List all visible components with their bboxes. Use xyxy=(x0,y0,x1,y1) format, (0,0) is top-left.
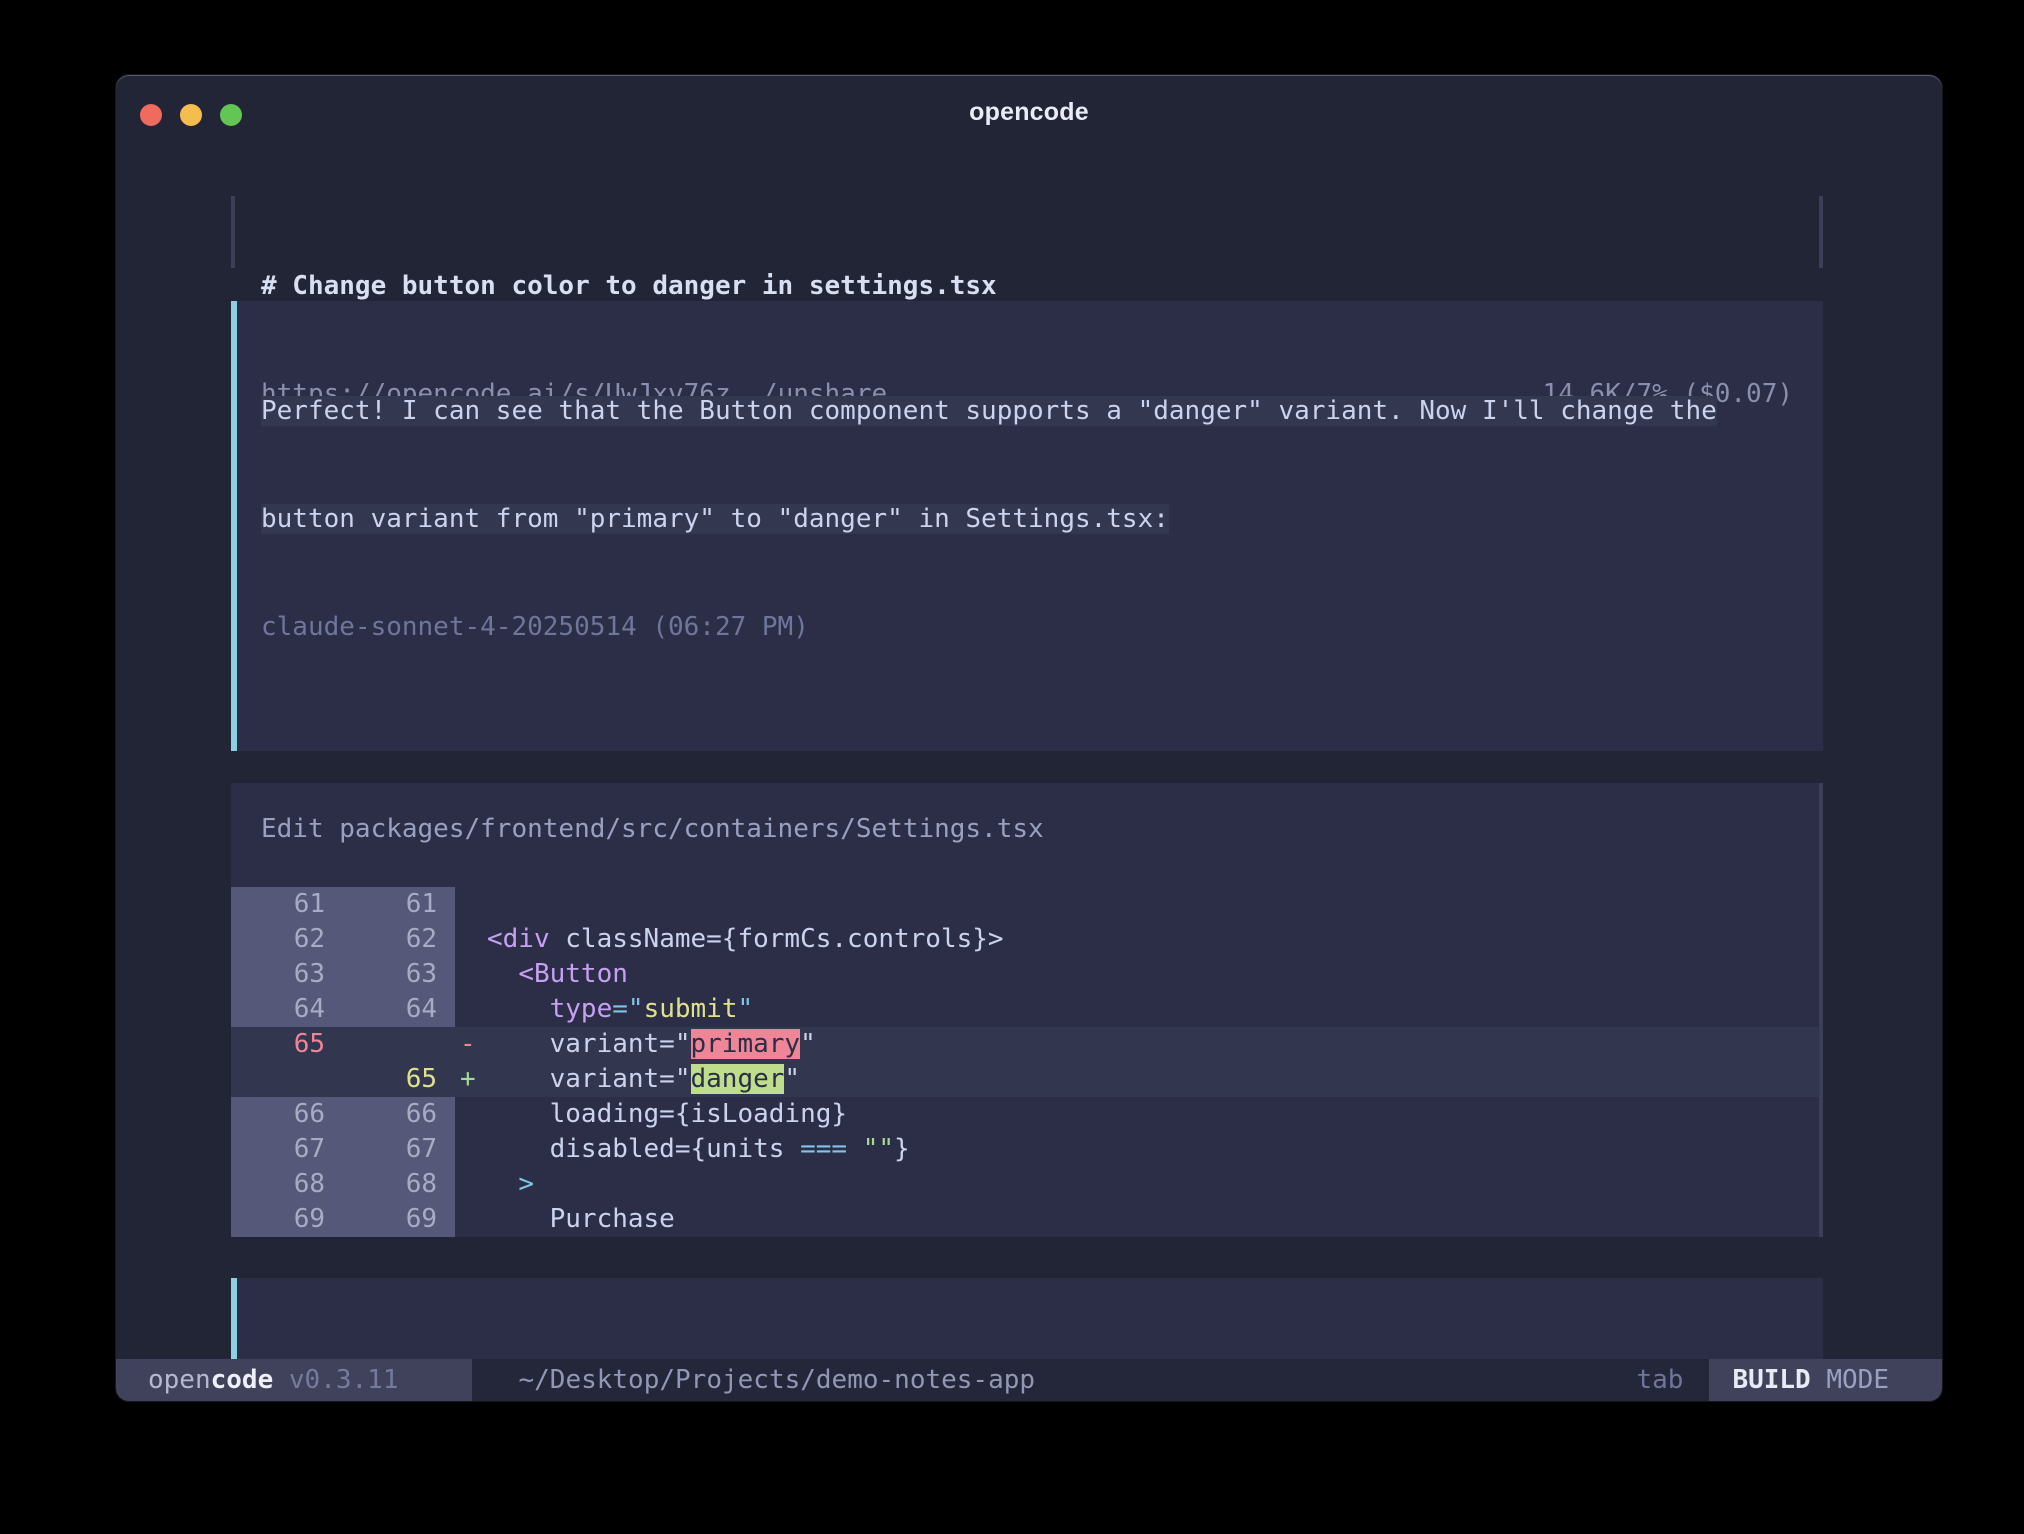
diff-marker xyxy=(455,992,487,1027)
diff-code-line: <Button xyxy=(487,957,1819,992)
diff-code-line: type="submit" xyxy=(487,992,1819,1027)
window-title: opencode xyxy=(116,98,1942,127)
diff-row: 6161 xyxy=(231,887,1819,922)
diff-row: 6969 Purchase xyxy=(231,1202,1819,1237)
diff-old-num: 69 xyxy=(231,1202,343,1237)
diff-old-num: 63 xyxy=(231,957,343,992)
diff-code-line: loading={isLoading} xyxy=(487,1097,1819,1132)
diff-marker: + xyxy=(455,1062,487,1097)
edit-tool-title: Edit packages/frontend/src/containers/Se… xyxy=(261,811,1819,847)
diff-row: 6464 type="submit" xyxy=(231,992,1819,1027)
diff-new-num: 67 xyxy=(343,1132,455,1167)
diff-new-num: 68 xyxy=(343,1167,455,1202)
diff-new-num: 63 xyxy=(343,957,455,992)
app-window: opencode # Change button color to danger… xyxy=(115,74,1943,1402)
diff-new-num: 64 xyxy=(343,992,455,1027)
diff-marker xyxy=(455,1167,487,1202)
diff-new-num: 69 xyxy=(343,1202,455,1237)
status-bar: opencode v0.3.11 ~/Desktop/Projects/demo… xyxy=(116,1359,1942,1401)
app-version-segment: opencode v0.3.11 xyxy=(116,1359,472,1401)
tab-key-hint[interactable]: tab xyxy=(1636,1359,1683,1401)
session-title: # Change button color to danger in setti… xyxy=(261,268,1793,304)
diff-code-line: variant="danger" xyxy=(487,1062,1819,1097)
statusbar-spacer xyxy=(1035,1359,1636,1401)
message-line: Perfect! I can see that the Button compo… xyxy=(261,393,1793,429)
diff-marker xyxy=(455,922,487,957)
diff-row: 6868 > xyxy=(231,1167,1819,1202)
diff-code-line: <div className={formCs.controls}> xyxy=(487,922,1819,957)
diff-new-num xyxy=(343,1027,455,1062)
diff-row: 65 - variant="primary" xyxy=(231,1027,1819,1062)
diff-new-num: 62 xyxy=(343,922,455,957)
message-meta: claude-sonnet-4-20250514 (06:27 PM) xyxy=(261,609,1793,645)
diff-old-num: 67 xyxy=(231,1132,343,1167)
message-line: button variant from "primary" to "danger… xyxy=(261,501,1793,537)
edit-tool-block: Edit packages/frontend/src/containers/Se… xyxy=(231,783,1823,1237)
diff-marker xyxy=(455,887,487,922)
session-view: # Change button color to danger in setti… xyxy=(231,196,1823,1402)
diff-row: 6363 <Button xyxy=(231,957,1819,992)
diff-old-num: 64 xyxy=(231,992,343,1027)
diff-old-num xyxy=(231,1062,343,1097)
diff-row: 6262 <div className={formCs.controls}> xyxy=(231,922,1819,957)
diff-code-line: disabled={units === ""} xyxy=(487,1132,1819,1167)
diff-new-num: 66 xyxy=(343,1097,455,1132)
diff-row: 65+ variant="danger" xyxy=(231,1062,1819,1097)
diff-marker xyxy=(455,1097,487,1132)
diff-old-num: 62 xyxy=(231,922,343,957)
diff-row: 6767 disabled={units === ""} xyxy=(231,1132,1819,1167)
diff-old-num: 65 xyxy=(231,1027,343,1062)
diff-rows: 6161 6262 <div className={formCs.controls… xyxy=(231,887,1819,1237)
desktop: opencode # Change button color to danger… xyxy=(0,0,2024,1534)
diff-old-num: 61 xyxy=(231,887,343,922)
diff-marker xyxy=(455,957,487,992)
diff-row: 6666 loading={isLoading} xyxy=(231,1097,1819,1132)
diff-old-num: 68 xyxy=(231,1167,343,1202)
diff-new-num: 65 xyxy=(343,1062,455,1097)
diff-code-line: Purchase xyxy=(487,1202,1819,1237)
diff-marker xyxy=(455,1132,487,1167)
diff-marker: - xyxy=(455,1027,487,1062)
assistant-message-1: Perfect! I can see that the Button compo… xyxy=(231,301,1823,751)
working-directory: ~/Desktop/Projects/demo-notes-app xyxy=(518,1359,1035,1401)
titlebar: opencode xyxy=(116,75,1942,196)
diff-marker xyxy=(455,1202,487,1237)
diff-code-line xyxy=(487,887,1819,922)
diff-code-line: variant="primary" xyxy=(487,1027,1819,1062)
mode-indicator: BUILD MODE xyxy=(1709,1359,1942,1401)
session-header: # Change button color to danger in setti… xyxy=(231,196,1823,268)
diff-new-num: 61 xyxy=(343,887,455,922)
diff-code-line: > xyxy=(487,1167,1819,1202)
diff-old-num: 66 xyxy=(231,1097,343,1132)
